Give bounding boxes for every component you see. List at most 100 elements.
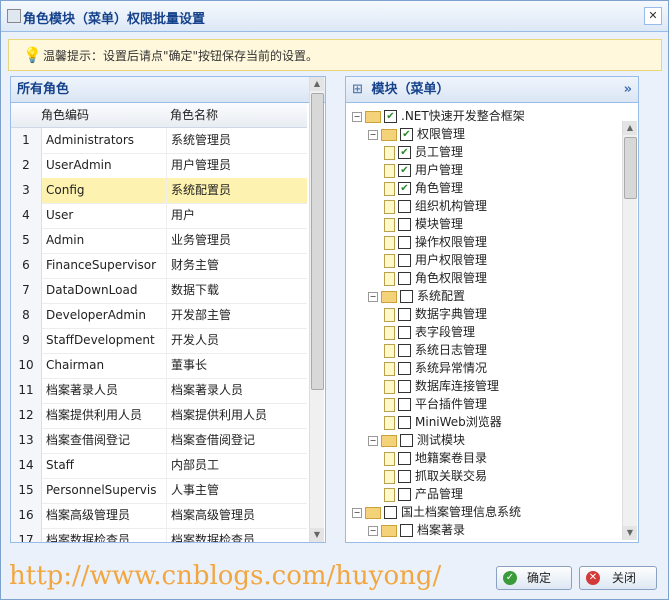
table-row[interactable]: 9 StaffDevelopment 开发人员 <box>11 328 307 354</box>
checkbox[interactable] <box>398 362 411 375</box>
table-row[interactable]: 12 档案提供利用人员 档案提供利用人员 <box>11 403 307 429</box>
checkbox[interactable]: ✔ <box>398 182 411 195</box>
scroll-down-icon[interactable]: ▼ <box>310 528 324 542</box>
scroll-thumb[interactable] <box>311 93 324 390</box>
table-row[interactable]: 17 档案数据检查员 档案数据检查员 <box>11 528 307 542</box>
tree-node[interactable]: ✔ 用户管理 <box>384 161 463 179</box>
checkbox[interactable] <box>400 524 413 537</box>
title-bar[interactable]: 角色模块（菜单）权限批量设置 ✕ <box>1 1 668 32</box>
tree-node[interactable]: − 档案著录 <box>368 521 465 539</box>
column-header-name[interactable]: 角色名称 <box>166 103 218 127</box>
checkbox[interactable] <box>398 308 411 321</box>
role-code: 档案高级管理员 <box>46 508 131 522</box>
checkbox[interactable] <box>398 398 411 411</box>
tree-node[interactable]: 平台插件管理 <box>384 395 487 413</box>
checkbox[interactable] <box>398 344 411 357</box>
tree-node[interactable]: 用户权限管理 <box>384 251 487 269</box>
column-header-code[interactable]: 角色编码 <box>41 103 89 127</box>
tree-node[interactable]: − 国土档案管理信息系统 <box>352 503 521 521</box>
table-row[interactable]: 16 档案高级管理员 档案高级管理员 <box>11 503 307 529</box>
checkbox[interactable] <box>398 200 411 213</box>
checkbox[interactable] <box>398 272 411 285</box>
table-row[interactable]: 5 Admin 业务管理员 <box>11 228 307 254</box>
table-row[interactable]: 11 档案著录人员 档案著录人员 <box>11 378 307 404</box>
tree-node[interactable]: 地籍案卷目录 <box>384 449 487 467</box>
table-row[interactable]: 14 Staff 内部员工 <box>11 453 307 479</box>
tree-node-label: 系统异常情况 <box>415 361 488 375</box>
tree-node[interactable]: 角色权限管理 <box>384 269 487 287</box>
tip-text: 温馨提示：设置后请点"确定"按钮保存当前的设置。 <box>43 49 319 63</box>
tree-node[interactable]: 数据字典管理 <box>384 305 487 323</box>
tree-node-label: 国土档案管理信息系统 <box>401 505 522 519</box>
checkbox[interactable] <box>398 236 411 249</box>
table-row[interactable]: 6 FinanceSupervisor 财务主管 <box>11 253 307 279</box>
tree-node[interactable]: 组织机构管理 <box>384 197 487 215</box>
table-row[interactable]: 3 Config 系统配置员 <box>11 178 307 204</box>
checkbox[interactable] <box>384 506 397 519</box>
checkbox[interactable]: ✔ <box>398 146 411 159</box>
checkbox[interactable] <box>398 254 411 267</box>
checkbox[interactable]: ✔ <box>384 110 397 123</box>
checkbox[interactable] <box>398 416 411 429</box>
scroll-down-icon[interactable]: ▼ <box>623 526 637 540</box>
checkbox[interactable] <box>398 380 411 393</box>
tree-node-label: MiniWeb浏览器 <box>415 415 502 429</box>
tree-node[interactable]: 产品管理 <box>384 485 463 503</box>
expander-icon[interactable]: − <box>368 129 378 140</box>
checkbox[interactable] <box>398 218 411 231</box>
tree-scrollbar[interactable]: ▲ ▼ <box>622 121 637 540</box>
page-icon <box>384 271 395 286</box>
tree-node[interactable]: 系统异常情况 <box>384 359 487 377</box>
tree-node[interactable]: 系统日志管理 <box>384 341 487 359</box>
modules-panel-header: ⊞ 模块（菜单） » <box>346 77 638 103</box>
tree-node[interactable]: 操作权限管理 <box>384 233 487 251</box>
table-row[interactable]: 8 DeveloperAdmin 开发部主管 <box>11 303 307 329</box>
tree-node-label: 用户管理 <box>415 163 464 177</box>
table-row[interactable]: 7 DataDownLoad 数据下载 <box>11 278 307 304</box>
tree-node[interactable]: − 系统配置 <box>368 287 465 305</box>
expander-icon[interactable]: − <box>368 435 378 446</box>
cancel-icon: ✕ <box>586 571 600 585</box>
tree-node[interactable]: 抓取关联交易 <box>384 467 487 485</box>
checkbox[interactable] <box>400 290 413 303</box>
scroll-up-icon[interactable]: ▲ <box>310 77 324 91</box>
scroll-thumb[interactable] <box>624 137 637 199</box>
tree-node[interactable]: ✔ 员工管理 <box>384 143 463 161</box>
watermark-url: http://www.cnblogs.com/huyong/ <box>9 561 442 591</box>
double-chevron-right-icon[interactable]: » <box>624 77 632 102</box>
roles-scrollbar[interactable]: ▲ ▼ <box>309 77 324 542</box>
role-code: 档案著录人员 <box>46 383 119 397</box>
tree-node[interactable] <box>384 539 415 543</box>
table-row[interactable]: 13 档案查借阅登记 档案查借阅登记 <box>11 428 307 454</box>
ok-button[interactable]: ✓ 确定 <box>496 566 572 590</box>
checkbox[interactable]: ✔ <box>398 164 411 177</box>
expander-icon[interactable]: − <box>368 525 378 536</box>
checkbox[interactable] <box>398 488 411 501</box>
table-row[interactable]: 4 User 用户 <box>11 203 307 229</box>
checkbox[interactable] <box>398 470 411 483</box>
expander-icon[interactable]: − <box>352 111 362 122</box>
checkbox[interactable] <box>398 542 411 543</box>
checkbox[interactable] <box>400 434 413 447</box>
checkbox[interactable] <box>398 452 411 465</box>
table-row[interactable]: 1 Administrators 系统管理员 <box>11 128 307 154</box>
close-icon[interactable]: ✕ <box>644 7 662 25</box>
checkbox[interactable]: ✔ <box>400 128 413 141</box>
tree-node[interactable]: − ✔ 权限管理 <box>368 125 465 143</box>
tree-node[interactable]: − 测试模块 <box>368 431 465 449</box>
role-code: Administrators <box>46 133 135 147</box>
expander-icon[interactable]: − <box>352 507 362 518</box>
close-button[interactable]: ✕ 关闭 <box>579 566 657 590</box>
checkbox[interactable] <box>398 326 411 339</box>
expander-icon[interactable]: − <box>368 291 378 302</box>
table-row[interactable]: 10 Chairman 董事长 <box>11 353 307 379</box>
tree-node[interactable]: MiniWeb浏览器 <box>384 413 502 431</box>
table-row[interactable]: 2 UserAdmin 用户管理员 <box>11 153 307 179</box>
table-row[interactable]: 15 PersonnelSupervis 人事主管 <box>11 478 307 504</box>
tree-node[interactable]: 表字段管理 <box>384 323 475 341</box>
tree-node[interactable]: 数据库连接管理 <box>384 377 499 395</box>
scroll-up-icon[interactable]: ▲ <box>623 121 637 135</box>
tree-node[interactable]: − ✔ .NET快速开发整合框架 <box>352 107 525 125</box>
tree-node[interactable]: 模块管理 <box>384 215 463 233</box>
tree-node[interactable]: ✔ 角色管理 <box>384 179 463 197</box>
